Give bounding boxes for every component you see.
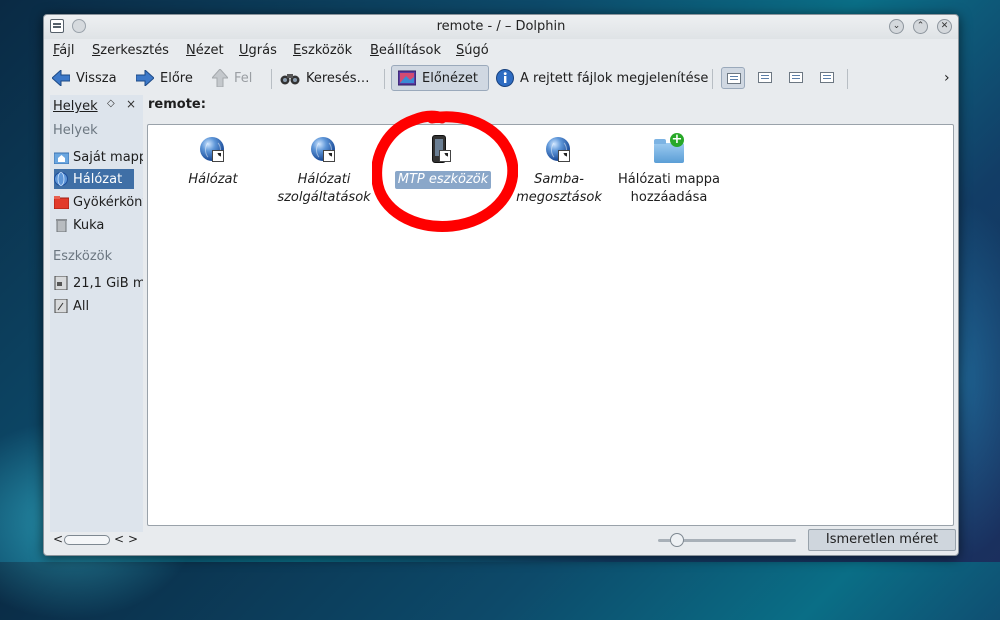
menu-help[interactable]: Súgó	[456, 43, 489, 58]
place-network[interactable]: Hálózat	[54, 169, 134, 189]
up-label: Fel	[234, 70, 253, 86]
toolbar-separator	[712, 69, 713, 89]
item-samba-shares-label: Samba-megosztások	[516, 172, 602, 205]
back-arrow-icon	[52, 70, 70, 86]
device-harddisk-label: 21,1 GiB merevlemez	[73, 275, 143, 291]
show-hidden-files-label: A rejtett fájlok megjelenítése	[520, 70, 709, 86]
binoculars-icon	[280, 74, 300, 85]
place-root[interactable]: Gyökérkönyvtár	[53, 192, 143, 212]
item-network-services[interactable]: Hálózati szolgáltatások	[269, 135, 379, 215]
menu-go[interactable]: Ugrás	[239, 43, 277, 58]
menu-bar: Fájl Szerkesztés Nézet Ugrás Eszközök Be…	[44, 41, 958, 61]
scroll-right-icon[interactable]: >	[128, 532, 138, 546]
network-globe-icon	[309, 135, 339, 167]
place-trash[interactable]: Kuka	[54, 215, 104, 235]
file-view[interactable]: Hálózat Hálózati szolgáltatások MTP eszk…	[147, 124, 954, 526]
drive-icon	[54, 298, 69, 314]
toolbar: Vissza Előre Fel Keresés… Előnézet A rej…	[44, 63, 958, 93]
compact-view-button[interactable]	[753, 67, 777, 89]
item-add-network-folder-label: Hálózati mappa hozzáadása	[617, 172, 721, 205]
place-home-label: Saját mappa	[73, 149, 143, 165]
item-mtp-devices-label: MTP eszközök	[394, 171, 492, 189]
panel-horizontal-scrollbar[interactable]: < < >	[50, 532, 142, 548]
item-add-network-folder[interactable]: + Hálózati mappa hozzáadása	[609, 133, 729, 215]
maximize-button[interactable]: ⌃	[913, 19, 928, 34]
scroll-left-icon[interactable]: <	[53, 532, 63, 546]
search-button[interactable]: Keresés…	[280, 65, 369, 91]
panel-pin-icon[interactable]: ◇	[107, 98, 115, 109]
scroll-thumb[interactable]	[64, 535, 110, 545]
compact-view-icon	[758, 72, 772, 83]
device-all[interactable]: All	[54, 296, 89, 316]
forward-label: Előre	[160, 70, 193, 86]
place-network-label: Hálózat	[73, 171, 123, 187]
toolbar-separator	[847, 69, 848, 89]
places-panel-title: Helyek	[53, 99, 98, 114]
details-view-icon	[789, 72, 803, 83]
info-icon	[496, 69, 514, 87]
menu-settings[interactable]: Beállítások	[370, 43, 441, 58]
icons-view-button[interactable]	[721, 67, 745, 89]
menu-file[interactable]: Fájl	[53, 43, 75, 58]
preview-label: Előnézet	[422, 70, 478, 86]
menu-view[interactable]: Nézet	[186, 43, 224, 58]
item-mtp-devices[interactable]: MTP eszközök	[391, 135, 495, 195]
place-root-label: Gyökérkönyvtár	[73, 194, 143, 210]
menu-edit[interactable]: Szerkesztés	[92, 43, 169, 58]
location-bar[interactable]: remote:	[148, 97, 206, 112]
home-folder-icon	[53, 150, 70, 165]
panel-close-icon[interactable]: ×	[126, 97, 136, 111]
show-hidden-files-button[interactable]: A rejtett fájlok megjelenítése	[496, 65, 708, 91]
network-globe-icon	[544, 135, 574, 167]
search-label: Keresés…	[306, 70, 370, 86]
window-title: remote - / – Dolphin	[436, 19, 566, 34]
forward-button[interactable]: Előre	[136, 65, 193, 91]
trash-icon	[54, 218, 69, 233]
place-home[interactable]: Saját mappa	[53, 147, 143, 167]
icons-view-icon	[727, 73, 741, 84]
menu-tools[interactable]: Eszközök	[293, 43, 352, 58]
red-folder-icon	[53, 195, 70, 210]
close-button[interactable]: ✕	[937, 19, 952, 34]
scroll-left-small-icon[interactable]: <	[114, 532, 124, 546]
toolbar-separator	[271, 69, 272, 89]
places-panel: Helyek ◇ × Helyek Saját mappa Hálózat Gy…	[50, 95, 143, 532]
devices-group-header: Eszközök	[53, 249, 113, 264]
item-network[interactable]: Hálózat	[158, 135, 268, 195]
forward-arrow-icon	[136, 70, 154, 86]
folder-add-icon: +	[654, 133, 684, 167]
harddisk-icon	[54, 275, 69, 291]
back-button[interactable]: Vissza	[52, 65, 117, 91]
phone-icon	[427, 135, 457, 167]
places-group-header: Helyek	[53, 123, 98, 138]
title-bar[interactable]: remote - / – Dolphin ⌄ ⌃ ✕	[44, 15, 958, 39]
split-view-button[interactable]	[815, 67, 839, 89]
up-arrow-icon	[212, 69, 228, 87]
network-globe-icon	[198, 135, 228, 167]
item-network-services-label: Hálózati szolgáltatások	[277, 172, 371, 205]
device-harddisk[interactable]: 21,1 GiB merevlemez	[54, 273, 143, 293]
split-view-icon	[820, 72, 834, 83]
item-samba-shares[interactable]: Samba-megosztások	[504, 135, 614, 215]
place-trash-label: Kuka	[73, 217, 105, 233]
details-view-button[interactable]	[784, 67, 808, 89]
preview-icon	[398, 70, 416, 86]
device-all-label: All	[73, 298, 90, 314]
network-globe-icon	[54, 172, 69, 186]
zoom-slider-handle[interactable]	[670, 533, 684, 547]
preview-button[interactable]: Előnézet	[391, 65, 489, 91]
space-info-box: Ismeretlen méret	[808, 529, 956, 551]
up-button[interactable]: Fel	[212, 65, 252, 91]
back-label: Vissza	[76, 70, 117, 86]
toolbar-separator	[384, 69, 385, 89]
status-bar: < < > Ismeretlen méret	[44, 527, 958, 553]
dolphin-window: remote - / – Dolphin ⌄ ⌃ ✕ Fájl Szerkesz…	[43, 14, 959, 556]
item-network-label: Hálózat	[188, 172, 238, 187]
minimize-button[interactable]: ⌄	[889, 19, 904, 34]
toolbar-overflow-button[interactable]: ›	[944, 65, 950, 91]
